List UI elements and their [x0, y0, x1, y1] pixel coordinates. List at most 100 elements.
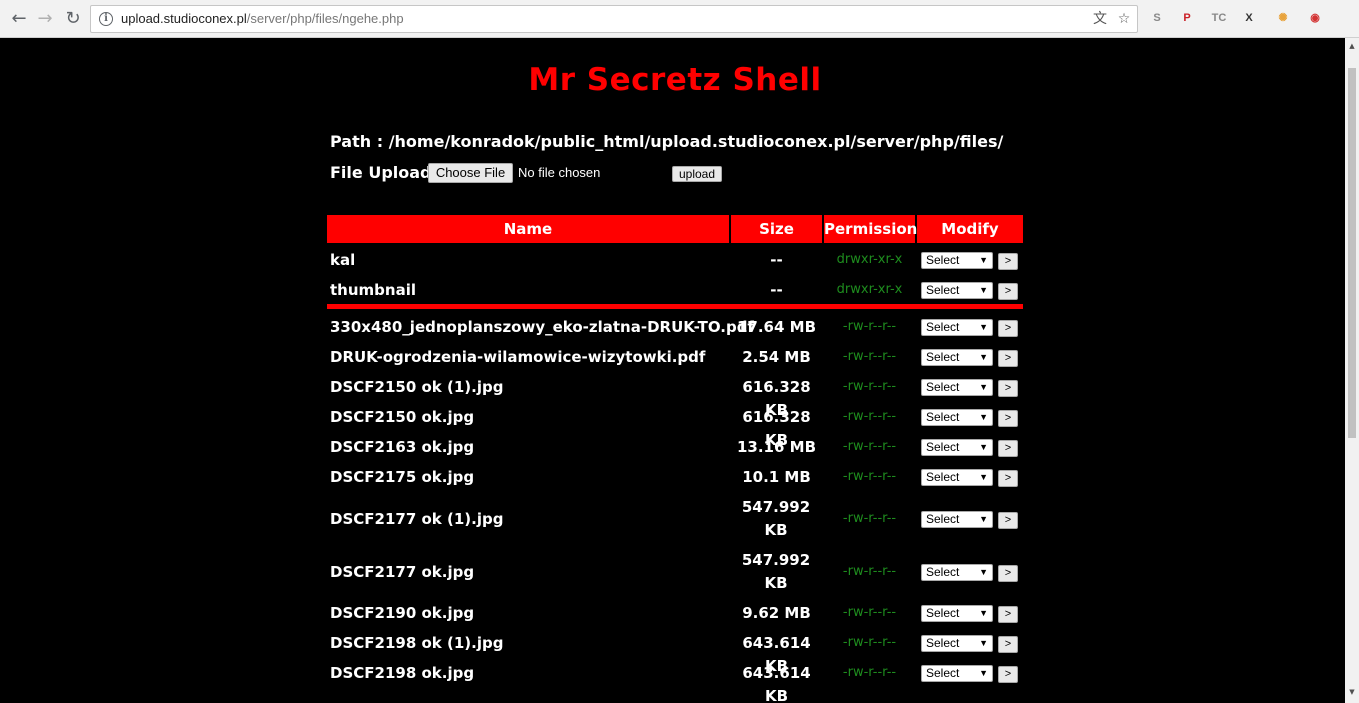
permission-cell[interactable]: -rw-r--r--: [824, 409, 915, 424]
dropdown-arrow-icon: ▼: [979, 638, 988, 648]
page-content: Mr Secretz Shell Path : /home/konradok/p…: [0, 38, 1345, 703]
permission-cell[interactable]: drwxr-xr-x: [824, 282, 915, 297]
size-cell: 9.62 MB: [742, 604, 811, 622]
dropdown-arrow-icon: ▼: [979, 472, 988, 482]
header-size: Size: [731, 215, 822, 243]
go-button[interactable]: >: [998, 320, 1018, 337]
size-cell: 10.1 MB: [742, 468, 811, 486]
dir-row: thumbnail -- drwxr-xr-x Select ▼ >: [327, 276, 1023, 306]
dropdown-arrow-icon: ▼: [979, 412, 988, 422]
vertical-scrollbar[interactable]: ▲ ▼: [1345, 38, 1359, 703]
back-arrow-icon[interactable]: ←: [8, 8, 30, 30]
file-name-link[interactable]: DSCF2150 ok.jpg: [330, 408, 474, 426]
file-name-link[interactable]: DSCF2198 ok (1).jpg: [330, 634, 503, 652]
file-name-link[interactable]: 330x480_jednoplanszowy_eko-zlatna-DRUK-T…: [330, 318, 754, 336]
go-button[interactable]: >: [998, 283, 1018, 300]
action-select[interactable]: Select ▼: [921, 563, 993, 581]
go-button[interactable]: >: [998, 380, 1018, 397]
permission-cell[interactable]: -rw-r--r--: [824, 635, 915, 650]
dir-name-link[interactable]: kal: [330, 251, 355, 269]
file-name-link[interactable]: DSCF2177 ok (1).jpg: [330, 510, 503, 528]
pinterest-icon[interactable]: P: [1178, 9, 1196, 27]
scroll-down-icon[interactable]: ▼: [1348, 688, 1356, 696]
permission-cell[interactable]: -rw-r--r--: [824, 469, 915, 484]
permission-cell[interactable]: -rw-r--r--: [824, 665, 915, 680]
pinwheel-extension-icon[interactable]: ✺: [1274, 9, 1292, 27]
action-select[interactable]: Select ▼: [921, 439, 993, 456]
upload-button[interactable]: upload: [672, 166, 722, 182]
action-select[interactable]: Select ▼: [921, 469, 993, 486]
address-bar[interactable]: i upload.studioconex.pl/server/php/files…: [90, 5, 1138, 33]
reload-icon[interactable]: ↻: [62, 8, 84, 30]
dropdown-arrow-icon: ▼: [979, 255, 988, 265]
info-icon[interactable]: i: [99, 12, 113, 26]
permission-cell[interactable]: -rw-r--r--: [824, 605, 915, 620]
select-label: Select: [926, 606, 960, 620]
size-cell: 547.992 KB: [741, 498, 811, 539]
dropdown-arrow-icon: ▼: [979, 285, 988, 295]
s-extension-icon[interactable]: S: [1148, 9, 1166, 27]
select-label: Select: [926, 666, 960, 680]
go-button[interactable]: >: [998, 636, 1018, 653]
file-row: DSCF2150 ok.jpg 616.328 KB -rw-r--r-- Selec…: [327, 403, 1023, 449]
select-label: Select: [926, 470, 960, 484]
page-title: Mr Secretz Shell: [528, 62, 822, 98]
size-cell: 547.992 KB: [741, 551, 811, 592]
action-select[interactable]: Select ▼: [921, 409, 993, 426]
url-text[interactable]: upload.studioconex.pl/server/php/files/n…: [121, 11, 404, 26]
file-row: DSCF2163 ok.jpg 13.16 MB -rw-r--r-- Select ▼…: [327, 433, 1023, 463]
action-select[interactable]: Select ▼: [921, 665, 993, 682]
dropdown-arrow-icon: ▼: [979, 352, 988, 362]
action-select[interactable]: Select ▼: [921, 282, 993, 299]
file-name-link[interactable]: DRUK-ogrodzenia-wilamowice-wizytowki.pdf: [330, 348, 705, 366]
table-header: Name Size Permission Modify: [327, 215, 1023, 243]
go-button[interactable]: >: [998, 606, 1018, 623]
go-button[interactable]: >: [998, 350, 1018, 367]
action-select[interactable]: Select ▼: [921, 252, 993, 269]
permission-cell[interactable]: drwxr-xr-x: [824, 252, 915, 267]
path-value[interactable]: /home/konradok/public_html/upload.studio…: [389, 132, 1004, 151]
translate-icon[interactable]: ⽂: [1091, 10, 1109, 28]
permission-cell[interactable]: -rw-r--r--: [824, 564, 915, 579]
file-name-link[interactable]: DSCF2177 ok.jpg: [330, 563, 474, 581]
select-label: Select: [926, 440, 960, 454]
choose-file-button[interactable]: Choose File: [428, 163, 513, 183]
bookmark-star-icon[interactable]: ☆: [1115, 10, 1133, 28]
scroll-up-icon[interactable]: ▲: [1348, 42, 1356, 50]
go-button[interactable]: >: [998, 253, 1018, 270]
select-label: Select: [926, 283, 960, 297]
dir-file-divider: [327, 304, 1023, 309]
go-button[interactable]: >: [998, 440, 1018, 457]
action-select[interactable]: Select ▼: [921, 379, 993, 396]
file-name-link[interactable]: DSCF2175 ok.jpg: [330, 468, 474, 486]
dir-name-link[interactable]: thumbnail: [330, 281, 416, 299]
header-name: Name: [327, 215, 729, 243]
file-name-link[interactable]: DSCF2163 ok.jpg: [330, 438, 474, 456]
select-label: Select: [926, 320, 960, 334]
permission-cell[interactable]: -rw-r--r--: [824, 349, 915, 364]
go-button[interactable]: >: [998, 470, 1018, 487]
file-name-link[interactable]: DSCF2190 ok.jpg: [330, 604, 474, 622]
permission-cell[interactable]: -rw-r--r--: [824, 319, 915, 334]
action-select[interactable]: Select ▼: [921, 319, 993, 336]
file-name-link[interactable]: DSCF2198 ok.jpg: [330, 664, 474, 682]
file-name-link[interactable]: DSCF2150 ok (1).jpg: [330, 378, 503, 396]
go-button[interactable]: >: [998, 410, 1018, 427]
permission-cell[interactable]: -rw-r--r--: [824, 511, 915, 526]
go-button[interactable]: >: [998, 564, 1018, 582]
action-select[interactable]: Select ▼: [921, 635, 993, 652]
permission-cell[interactable]: -rw-r--r--: [824, 379, 915, 394]
go-button[interactable]: >: [998, 511, 1018, 529]
forward-arrow-icon[interactable]: →: [34, 8, 56, 30]
action-select[interactable]: Select ▼: [921, 349, 993, 366]
action-select[interactable]: Select ▼: [921, 510, 993, 528]
tc-extension-icon[interactable]: TC: [1210, 9, 1228, 27]
permission-cell[interactable]: -rw-r--r--: [824, 439, 915, 454]
action-select[interactable]: Select ▼: [921, 605, 993, 622]
file-row: DSCF2177 ok (1).jpg 547.992 KB -rw-r--r-- S…: [327, 493, 1023, 546]
x-extension-icon[interactable]: X: [1240, 9, 1258, 27]
shield-extension-icon[interactable]: ◉: [1306, 9, 1324, 27]
scrollbar-thumb[interactable]: [1348, 68, 1356, 438]
dropdown-arrow-icon: ▼: [979, 513, 988, 524]
go-button[interactable]: >: [998, 666, 1018, 683]
